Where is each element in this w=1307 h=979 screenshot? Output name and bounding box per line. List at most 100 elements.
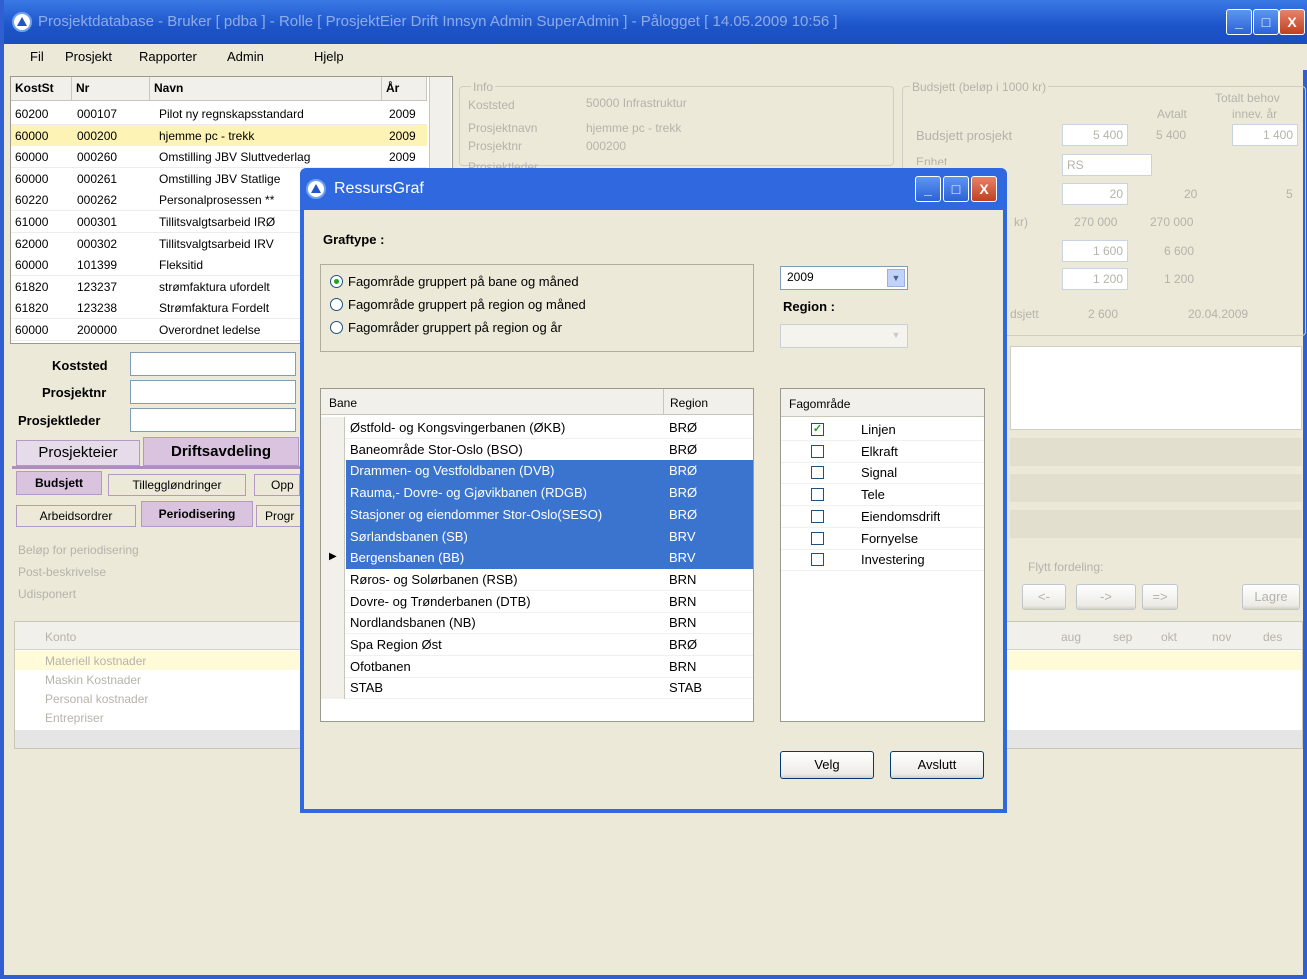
- checkbox[interactable]: [811, 466, 824, 480]
- menu-prosjekt[interactable]: Prosjekt: [65, 49, 112, 64]
- comment-textarea[interactable]: [1010, 346, 1302, 430]
- move-right-button[interactable]: ->: [1076, 584, 1136, 610]
- tab-opp[interactable]: Opp: [254, 474, 300, 496]
- graftype-option[interactable]: Fagområder gruppert på region og år: [330, 318, 750, 338]
- dialog-close-button[interactable]: X: [971, 176, 997, 202]
- row-header[interactable]: [321, 438, 345, 461]
- col-header-nr[interactable]: Nr: [72, 77, 150, 101]
- row-header[interactable]: [321, 525, 345, 548]
- tab-driftsavdeling[interactable]: Driftsavdeling: [143, 437, 299, 466]
- konto-row[interactable]: Maskin Kostnader: [45, 673, 141, 687]
- row-header[interactable]: [321, 655, 345, 678]
- bane-header[interactable]: Bane: [329, 396, 357, 410]
- fagomrade-row[interactable]: Eiendomsdrift: [781, 506, 984, 528]
- row-header[interactable]: [321, 590, 345, 613]
- graftype-option[interactable]: Fagområde gruppert på region og måned: [330, 295, 750, 315]
- row-header[interactable]: [321, 460, 345, 483]
- row-header[interactable]: [321, 503, 345, 526]
- budsjett-field-1[interactable]: 20: [1062, 183, 1128, 205]
- tab-budsjett[interactable]: Budsjett: [16, 471, 102, 495]
- tab-periodisering[interactable]: Periodisering: [141, 501, 253, 527]
- bane-row[interactable]: STAB STAB: [321, 677, 753, 700]
- checkbox[interactable]: ✓: [811, 423, 824, 436]
- bane-row[interactable]: Nordlandsbanen (NB) BRN: [321, 612, 753, 635]
- dialog-maximize-button[interactable]: □: [943, 176, 969, 202]
- table-row[interactable]: 60200 000107 Pilot ny regnskapsstandard 200…: [11, 103, 427, 125]
- fagomrade-row[interactable]: Fornyelse: [781, 528, 984, 550]
- budsjett-field-4[interactable]: 1 200: [1062, 268, 1128, 290]
- menu-hjelp[interactable]: Hjelp: [314, 49, 344, 64]
- graftype-option[interactable]: Fagområde gruppert på bane og måned: [330, 272, 750, 292]
- region-select[interactable]: ▼: [780, 324, 908, 348]
- bane-row[interactable]: Spa Region Øst BRØ: [321, 634, 753, 656]
- radio-icon[interactable]: [330, 321, 343, 334]
- prosjektnr-input[interactable]: [130, 380, 296, 404]
- tab-tillegglondringer[interactable]: Tilleggløndringer: [108, 474, 246, 496]
- velg-button[interactable]: Velg: [780, 751, 874, 779]
- col-header-kostst[interactable]: KostSt: [11, 77, 72, 101]
- bane-row[interactable]: Sørlandsbanen (SB) BRV: [321, 525, 753, 548]
- row-header[interactable]: [321, 677, 345, 700]
- total-input[interactable]: 1 400: [1232, 124, 1298, 146]
- row-header[interactable]: [321, 417, 345, 439]
- menu-fil[interactable]: Fil: [30, 49, 44, 64]
- checkbox[interactable]: [811, 509, 824, 523]
- checkbox[interactable]: [811, 553, 824, 567]
- bane-row[interactable]: Østfold- og Kongsvingerbanen (ØKB) BRØ: [321, 417, 753, 439]
- lagre-button[interactable]: Lagre: [1242, 584, 1300, 610]
- menu-rapporter[interactable]: Rapporter: [139, 49, 197, 64]
- row-header[interactable]: [321, 482, 345, 505]
- koststed-input[interactable]: [130, 352, 296, 376]
- col-header-ar[interactable]: År: [382, 77, 427, 101]
- chevron-down-icon[interactable]: ▼: [887, 269, 905, 287]
- checkbox[interactable]: [811, 488, 824, 502]
- radio-icon[interactable]: [330, 275, 343, 288]
- konto-row[interactable]: Personal kostnader: [45, 692, 148, 706]
- fagomrade-header[interactable]: Fagområde: [789, 397, 850, 411]
- year-select[interactable]: 2009 ▼: [780, 266, 908, 290]
- fagomrade-row[interactable]: Signal: [781, 462, 984, 485]
- move-all-button[interactable]: =>: [1142, 584, 1178, 610]
- row-header[interactable]: [321, 612, 345, 635]
- bane-row[interactable]: Baneområde Stor-Oslo (BSO) BRØ: [321, 438, 753, 461]
- tab-arbeidsordrer[interactable]: Arbeidsordrer: [16, 505, 136, 527]
- row-header[interactable]: [321, 634, 345, 656]
- move-left-button[interactable]: <-: [1022, 584, 1066, 610]
- bane-row[interactable]: Drammen- og Vestfoldbanen (DVB) BRØ: [321, 460, 753, 483]
- konto-row[interactable]: Entrepriser: [45, 711, 104, 725]
- bane-row[interactable]: Dovre- og Trønderbanen (DTB) BRN: [321, 590, 753, 613]
- bane-row[interactable]: Rauma,- Dovre- og Gjøvikbanen (RDGB) BRØ: [321, 482, 753, 505]
- fagomrade-row[interactable]: Investering: [781, 549, 984, 572]
- fagomrade-row[interactable]: Elkraft: [781, 441, 984, 463]
- checkbox[interactable]: [811, 444, 824, 458]
- close-button[interactable]: X: [1279, 9, 1305, 35]
- chevron-down-icon[interactable]: ▼: [887, 327, 905, 345]
- col-header-navn[interactable]: Navn: [150, 77, 382, 101]
- budsjett-field-3[interactable]: 1 600: [1062, 240, 1128, 262]
- minimize-button[interactable]: _: [1226, 9, 1252, 35]
- bane-row[interactable]: Stasjoner og eiendommer Stor-Oslo(SESO) B…: [321, 503, 753, 526]
- bane-row[interactable]: ▶ Bergensbanen (BB) BRV: [321, 547, 753, 570]
- row-header[interactable]: ▶: [321, 547, 345, 570]
- menu-admin[interactable]: Admin: [227, 49, 264, 64]
- bane-row[interactable]: Røros- og Solørbanen (RSB) BRN: [321, 568, 753, 591]
- avslutt-button[interactable]: Avslutt: [890, 751, 984, 779]
- dialog-body: Graftype : Fagområde gruppert på bane og…: [304, 210, 1003, 809]
- radio-icon[interactable]: [330, 298, 343, 311]
- region-header[interactable]: Region: [670, 396, 708, 410]
- tab-progr[interactable]: Progr: [256, 505, 302, 527]
- row-header[interactable]: [321, 568, 345, 591]
- budsjett-prosjekt-input[interactable]: 5 400: [1062, 124, 1128, 146]
- konto-row[interactable]: Materiell kostnader: [45, 654, 146, 668]
- fagomrade-row[interactable]: ✓ Linjen: [781, 419, 984, 441]
- checkbox[interactable]: [811, 531, 824, 545]
- enhet-select[interactable]: RS: [1062, 154, 1152, 176]
- prosjektleder-input[interactable]: [130, 408, 296, 432]
- table-row[interactable]: 60000 000260 Omstilling JBV Sluttvederlag 2…: [11, 146, 427, 169]
- table-row[interactable]: 60000 000200 hjemme pc - trekk 2009: [11, 124, 427, 147]
- dialog-minimize-button[interactable]: _: [915, 176, 941, 202]
- tab-prosjekteier[interactable]: Prosjekteier: [16, 440, 140, 466]
- fagomrade-row[interactable]: Tele: [781, 484, 984, 507]
- maximize-button[interactable]: □: [1253, 9, 1279, 35]
- bane-row[interactable]: Ofotbanen BRN: [321, 655, 753, 678]
